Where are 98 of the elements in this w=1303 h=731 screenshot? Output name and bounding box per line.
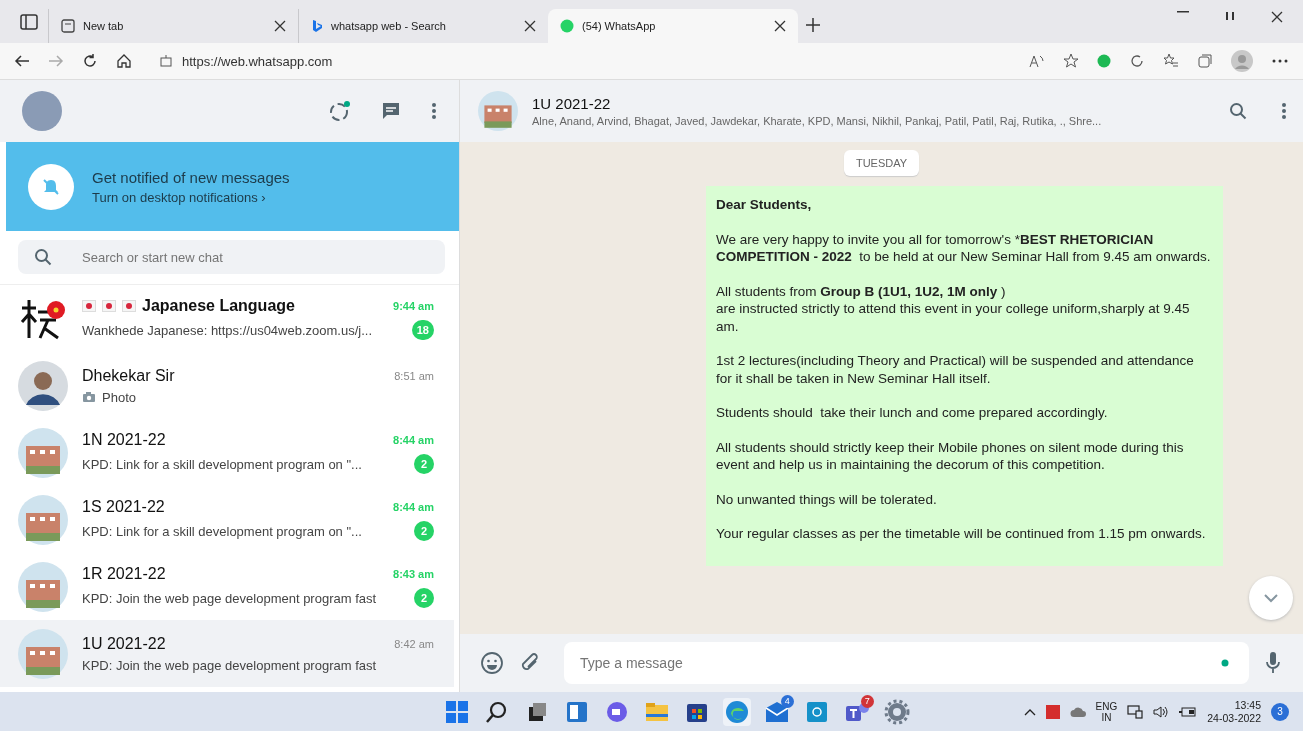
chat-name: 1S 2021-22 bbox=[82, 498, 166, 516]
chat-preview: Wankhede Japanese: https://us04web.zoom.us/j... bbox=[82, 322, 374, 338]
read-aloud-icon[interactable] bbox=[1029, 54, 1045, 68]
cloud-icon[interactable] bbox=[1069, 705, 1086, 718]
clock-date[interactable]: 24-03-2022 bbox=[1207, 711, 1261, 725]
chat-preview: Photo bbox=[102, 389, 137, 405]
url-text[interactable]: https://web.whatsapp.com bbox=[182, 53, 333, 69]
building-avatar bbox=[18, 427, 68, 478]
search-icon bbox=[34, 248, 52, 266]
emoji-icon[interactable] bbox=[480, 651, 504, 675]
group-name[interactable]: 1U 2021-22 bbox=[532, 95, 1215, 112]
unread-count: 2 bbox=[414, 521, 434, 541]
notification-badge: 4 bbox=[780, 694, 794, 708]
chat-time: 8:42 am bbox=[394, 637, 434, 650]
refresh-icon[interactable] bbox=[82, 53, 98, 69]
camera-icon bbox=[82, 391, 96, 403]
chat-time: 9:44 am bbox=[393, 300, 434, 312]
chat-list-item[interactable]: 1U 2021-22 8:42 am KPD: Join the web page development program fast bbox=[0, 620, 454, 687]
microphone-icon[interactable] bbox=[1265, 651, 1281, 675]
group-members: Alne, Anand, Arvind, Bhagat, Javed, Jawdekar, Kharate, KPD, Mansi, Nikhil, Pankaj, Patil, Patil, Raj, Rutika, ., Shre... bbox=[532, 115, 1103, 127]
chevron-down-icon bbox=[1263, 593, 1279, 603]
search-icon[interactable] bbox=[1229, 102, 1247, 120]
building-avatar bbox=[478, 91, 518, 131]
person-avatar bbox=[18, 360, 68, 411]
browser-tab[interactable]: (54) WhatsApp bbox=[548, 9, 798, 43]
notification-badge: 7 bbox=[860, 694, 874, 708]
message-paragraph: All students from Group B (1U1, 1U2, 1M only ) are instructed strictly to attend this event in your college uniform,sharply at 9.45 am. bbox=[716, 282, 1191, 335]
battery-icon[interactable] bbox=[1179, 705, 1198, 718]
bing-icon bbox=[311, 19, 323, 33]
menu-icon[interactable] bbox=[431, 102, 437, 120]
unread-count: 2 bbox=[414, 588, 434, 608]
building-avatar bbox=[18, 628, 68, 679]
message-paragraph: We are very happy to invite you all for tomorrow's *BEST RHETORICIAN COMPETITION - 2022 to be held at our New Seminar Hall from 9.45 am onwards. bbox=[716, 230, 1211, 266]
status-dot-icon bbox=[1221, 659, 1229, 667]
new-tab-icon[interactable] bbox=[806, 18, 820, 32]
building-avatar bbox=[18, 561, 68, 612]
profile-avatar-icon[interactable] bbox=[1231, 50, 1253, 72]
page-icon bbox=[61, 19, 75, 33]
chat-time: 8:51 am bbox=[394, 369, 434, 382]
close-icon[interactable] bbox=[1271, 10, 1283, 23]
menu-icon[interactable] bbox=[1281, 102, 1287, 120]
unread-count: 2 bbox=[414, 454, 434, 474]
minimize-icon[interactable] bbox=[1177, 10, 1189, 13]
tab-actions-icon[interactable] bbox=[20, 14, 38, 30]
volume-icon[interactable] bbox=[1153, 704, 1170, 719]
settings-icon[interactable] bbox=[882, 697, 911, 726]
favorites-icon[interactable] bbox=[1163, 53, 1179, 69]
close-icon[interactable] bbox=[524, 20, 536, 32]
chat-time: 8:44 am bbox=[393, 434, 434, 446]
building-avatar bbox=[18, 494, 68, 545]
refresh-icon[interactable] bbox=[1129, 53, 1145, 69]
chat-preview: KPD: Join the web page development program fast bbox=[82, 657, 378, 673]
keyboard-region[interactable]: IN bbox=[1101, 711, 1112, 723]
message-input[interactable]: Type a message bbox=[564, 642, 1249, 684]
chat-preview: KPD: Link for a skill development program on "... bbox=[82, 456, 363, 472]
status-icon[interactable] bbox=[329, 100, 351, 122]
message-paragraph: Students should take their lunch and come prepared accordingly. bbox=[716, 404, 1109, 422]
unread-count: 18 bbox=[411, 320, 434, 340]
flag-icon bbox=[122, 300, 136, 312]
home-icon[interactable] bbox=[116, 53, 132, 69]
chat-time: 8:44 am bbox=[393, 501, 434, 513]
chat-time: 8:43 am bbox=[393, 568, 434, 580]
whatsapp-icon bbox=[560, 19, 574, 33]
message-paragraph: No unwanted things will be tolerated. bbox=[716, 490, 938, 508]
notification-banner[interactable]: Get notified of new messages Turn on desktop notifications › bbox=[6, 142, 459, 231]
search-field[interactable]: Search or start new chat bbox=[18, 240, 445, 274]
collections-icon[interactable] bbox=[1197, 53, 1213, 69]
notifications-link[interactable]: Turn on desktop notifications › bbox=[92, 189, 290, 205]
chat-preview: KPD: Link for a skill development program on "... bbox=[82, 523, 363, 539]
message-paragraph: 1st 2 lectures(including Theory and Practical) will be suspended and attendance for it shall be taken in New Seminar Hall itself. bbox=[716, 352, 1195, 387]
muted-bell-icon bbox=[41, 176, 61, 197]
chat-name: 1U 2021-22 bbox=[82, 634, 167, 653]
message-paragraph: All students should strictly keep their Mobile phones on silent mode during this event and help us in maintaining the decorum of this competition. bbox=[716, 438, 1185, 474]
new-chat-icon[interactable] bbox=[381, 101, 401, 121]
message-paragraph: Dear Students, bbox=[716, 196, 813, 214]
notification-count[interactable]: 3 bbox=[1271, 702, 1289, 721]
more-icon[interactable] bbox=[1271, 58, 1289, 64]
chevron-up-icon[interactable] bbox=[1023, 707, 1036, 716]
flag-icon bbox=[82, 300, 96, 312]
chat-name: Dhekekar Sir bbox=[82, 366, 176, 385]
message-paragraph: Your regular classes as per the timetable will be continued from 1.15 pm onwards. bbox=[716, 525, 1207, 543]
back-icon[interactable] bbox=[14, 54, 30, 68]
close-icon[interactable] bbox=[274, 20, 286, 32]
close-icon[interactable] bbox=[774, 20, 786, 32]
restore-icon[interactable] bbox=[1225, 10, 1235, 21]
date-chip: TUESDAY bbox=[843, 150, 920, 176]
chat-preview: KPD: Join the web page development program fast bbox=[82, 590, 378, 606]
clock-time[interactable]: 13:45 bbox=[1234, 698, 1261, 712]
network-icon[interactable] bbox=[1127, 704, 1144, 719]
pdf-app-icon[interactable] bbox=[1045, 704, 1060, 719]
page-info-icon[interactable] bbox=[160, 55, 172, 67]
banner-title: Get notified of new messages bbox=[92, 168, 290, 186]
keyboard-language[interactable]: ENG bbox=[1095, 700, 1118, 712]
chat-name: 1N 2021-22 bbox=[82, 431, 167, 449]
flag-icon bbox=[102, 300, 116, 312]
chat-name: Japanese Language bbox=[142, 297, 296, 315]
add-favorite-icon[interactable] bbox=[1063, 53, 1079, 69]
chat-name: 1R 2021-22 bbox=[82, 565, 167, 583]
